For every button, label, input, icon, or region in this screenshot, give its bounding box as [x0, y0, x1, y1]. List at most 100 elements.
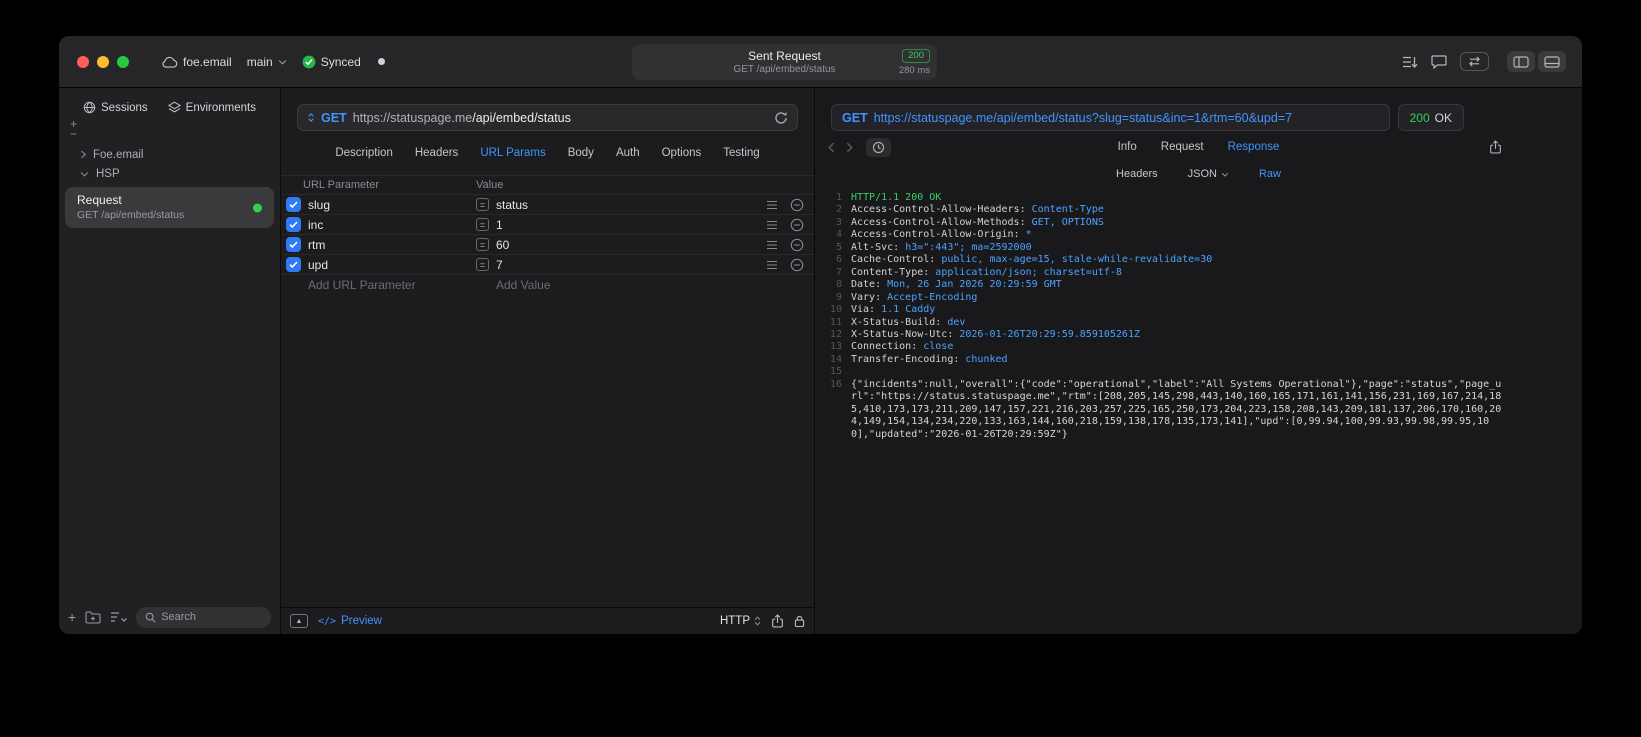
search-icon	[145, 612, 156, 623]
response-url-readout[interactable]: GET https://statuspage.me/api/embed/stat…	[831, 104, 1390, 131]
tab-sessions[interactable]: Sessions	[83, 101, 148, 114]
request-footer: ▲ </> Preview HTTP	[281, 607, 814, 634]
tab-headers[interactable]: Headers	[415, 147, 458, 159]
sort-lines-icon[interactable]	[1402, 55, 1418, 69]
param-name[interactable]: slug	[308, 198, 476, 212]
search-input[interactable]: Search	[136, 606, 271, 628]
sent-request-summary[interactable]: Sent Request GET /api/embed/status 200 2…	[632, 44, 937, 80]
response-line: 4 Access-Control-Allow-Origin: *	[815, 229, 1582, 241]
url-params-table: URL Parameter Value slug = status inc = …	[281, 175, 814, 295]
tree-group-label: HSP	[96, 167, 120, 180]
line-number: 14	[829, 353, 842, 365]
sort-list-icon[interactable]	[110, 611, 128, 623]
tab-url-params[interactable]: URL Params	[480, 147, 545, 159]
header-value: GET, OPTIONS	[1031, 216, 1104, 228]
add-param-placeholder[interactable]: Add URL Parameter	[308, 278, 476, 292]
layout-bottom-icon[interactable]	[1538, 51, 1566, 72]
drag-handle-icon[interactable]	[758, 200, 786, 210]
swap-arrows-icon[interactable]	[1460, 52, 1489, 71]
param-checkbox[interactable]	[286, 197, 301, 212]
resend-request-icon[interactable]	[774, 111, 788, 125]
param-checkbox[interactable]	[286, 217, 301, 232]
request-method[interactable]: GET	[321, 111, 347, 125]
share-icon[interactable]	[1489, 139, 1502, 155]
param-value[interactable]: 1	[496, 218, 758, 232]
search-placeholder: Search	[161, 611, 197, 623]
param-name[interactable]: inc	[308, 218, 476, 232]
line-number: 2	[835, 204, 842, 216]
tab-auth[interactable]: Auth	[616, 147, 640, 159]
tree-group-foe-email[interactable]: Foe.email	[59, 145, 280, 164]
titlebar: foe.email main Synced Sent Request GET /…	[59, 36, 1582, 88]
line-number: 16	[829, 378, 842, 390]
header-name: Transfer-Encoding:	[851, 353, 966, 365]
response-body-viewer[interactable]: 1 HTTP/1.1 200 OK 2 Access-Control-Allow-H…	[815, 185, 1582, 634]
tab-options[interactable]: Options	[662, 147, 702, 159]
tab-description[interactable]: Description	[335, 147, 393, 159]
app-window: foe.email main Synced Sent Request GET /…	[59, 36, 1582, 634]
protocol-selector[interactable]: HTTP	[720, 615, 761, 627]
comments-icon[interactable]	[1431, 54, 1447, 69]
response-line: 3 Access-Control-Allow-Methods: GET, OPTI…	[815, 217, 1582, 229]
param-checkbox[interactable]	[286, 257, 301, 272]
tab-label: Sessions	[101, 101, 148, 114]
header-value: Content-Type	[1031, 204, 1104, 216]
param-name[interactable]: rtm	[308, 238, 476, 252]
panel-expand-icon[interactable]: ▲	[290, 614, 308, 628]
subtab-raw[interactable]: Raw	[1259, 168, 1281, 180]
request-url-path[interactable]: /api/embed/status	[472, 111, 571, 125]
project-menu[interactable]: foe.email	[161, 55, 232, 69]
tab-environments[interactable]: Environments	[167, 101, 256, 114]
param-value[interactable]: 7	[496, 258, 758, 272]
line-number: 6	[835, 254, 842, 266]
zoom-window-button[interactable]	[117, 55, 129, 68]
drag-handle-icon[interactable]	[758, 240, 786, 250]
project-name: foe.email	[183, 54, 232, 69]
line-number: 8	[835, 279, 842, 291]
remove-row-icon[interactable]	[786, 238, 808, 252]
tab-response[interactable]: Response	[1228, 141, 1280, 153]
add-value-placeholder[interactable]: Add Value	[496, 278, 758, 292]
summary-text: Sent Request GET /api/embed/status	[632, 49, 937, 76]
minimize-window-button[interactable]	[97, 55, 109, 68]
remove-row-icon[interactable]	[786, 258, 808, 272]
preview-button[interactable]: </> Preview	[318, 615, 382, 627]
close-window-button[interactable]	[77, 55, 89, 68]
tab-body[interactable]: Body	[568, 147, 594, 159]
request-url-base[interactable]: https://statuspage.me	[353, 111, 473, 125]
param-name[interactable]: upd	[308, 258, 476, 272]
tree-group-hsp[interactable]: HSP	[59, 164, 280, 183]
line-number: 3	[835, 216, 842, 228]
layout-columns-icon[interactable]	[1507, 51, 1535, 72]
tab-info[interactable]: Info	[1118, 141, 1137, 153]
drag-handle-icon[interactable]	[758, 260, 786, 270]
request-list-item-selected[interactable]: Request GET /api/embed/status	[65, 187, 274, 228]
lock-icon[interactable]	[794, 614, 805, 628]
line-number: 13	[829, 341, 842, 353]
drag-handle-icon[interactable]	[758, 220, 786, 230]
export-icon[interactable]	[771, 613, 784, 629]
subtab-json-dropdown[interactable]: JSON	[1188, 168, 1229, 180]
subtab-headers[interactable]: Headers	[1116, 168, 1158, 180]
add-request-icon[interactable]: +	[68, 610, 76, 624]
header-name: Cache-Control:	[851, 254, 942, 266]
tab-request[interactable]: Request	[1161, 141, 1204, 153]
remove-row-icon[interactable]	[786, 218, 808, 232]
remove-icon[interactable]: −	[70, 128, 77, 140]
request-url-bar[interactable]: GET https://statuspage.me/api/embed/stat…	[297, 104, 798, 131]
header-value: Mon, 26 Jan 2026 20:29:59 GMT	[887, 279, 1062, 291]
chevron-right-icon[interactable]	[80, 150, 86, 159]
param-checkbox[interactable]	[286, 237, 301, 252]
new-folder-icon[interactable]	[85, 610, 101, 624]
response-status-code: 200	[1409, 110, 1430, 125]
sync-status[interactable]: Synced	[302, 55, 361, 69]
tab-testing[interactable]: Testing	[723, 147, 759, 159]
branch-menu[interactable]: main	[247, 55, 287, 69]
chevron-down-icon[interactable]	[80, 171, 89, 177]
header-value: close	[923, 341, 954, 353]
param-value[interactable]: 60	[496, 238, 758, 252]
remove-row-icon[interactable]	[786, 198, 808, 212]
method-selector-icon[interactable]	[307, 112, 315, 123]
param-value[interactable]: status	[496, 198, 758, 212]
line-number: 9	[835, 291, 842, 303]
